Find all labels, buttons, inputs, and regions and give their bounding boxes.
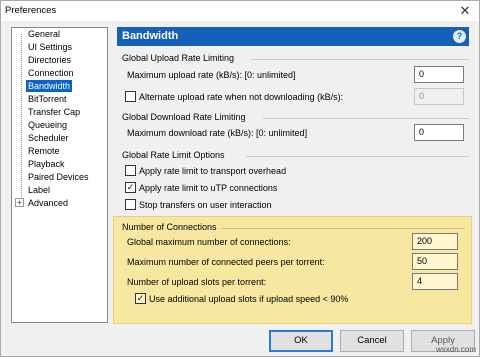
tree-guide-line <box>21 34 22 201</box>
utp-connections-label: Apply rate limit to uTP connections <box>139 183 278 193</box>
tree-item-general[interactable]: General <box>26 28 62 40</box>
help-icon[interactable]: ? <box>453 30 466 43</box>
tree-item-remote[interactable]: Remote <box>26 145 62 157</box>
expand-icon[interactable]: + <box>15 198 24 207</box>
category-tree[interactable]: General UI Settings Directories Connecti… <box>11 27 108 323</box>
transport-overhead-checkbox[interactable] <box>125 165 136 176</box>
section-title: Bandwidth <box>122 30 179 42</box>
tree-item-queueing[interactable]: Queueing <box>26 119 69 131</box>
divider <box>221 228 465 229</box>
utp-connections-checkbox[interactable]: ✓ <box>125 182 136 193</box>
additional-slots-checkbox[interactable]: ✓ <box>135 293 146 304</box>
max-download-label: Maximum download rate (kB/s): [0: unlimi… <box>127 128 308 138</box>
global-connections-input[interactable]: 200 <box>412 233 458 250</box>
section-header: Bandwidth ? <box>117 27 469 46</box>
preferences-window: Preferences ✕ General UI Settings Direct… <box>0 0 480 357</box>
alternate-upload-label: Alternate upload rate when not downloadi… <box>139 92 344 102</box>
title-bar: Preferences ✕ <box>1 1 479 21</box>
download-group-title: Global Download Rate Limiting <box>122 112 246 122</box>
tree-item-directories[interactable]: Directories <box>26 54 73 66</box>
connections-group-title: Number of Connections <box>122 222 217 232</box>
alternate-upload-checkbox[interactable] <box>125 91 136 102</box>
close-icon[interactable]: ✕ <box>457 3 473 19</box>
alternate-upload-input[interactable]: 0 <box>414 88 464 105</box>
tree-item-paired-devices[interactable]: Paired Devices <box>26 171 91 183</box>
divider <box>251 59 469 60</box>
peers-per-torrent-label: Maximum number of connected peers per to… <box>127 257 325 267</box>
stop-on-interaction-checkbox[interactable] <box>125 199 136 210</box>
tree-item-transfer-cap[interactable]: Transfer Cap <box>26 106 82 118</box>
divider <box>263 118 469 119</box>
transport-overhead-label: Apply rate limit to transport overhead <box>139 166 287 176</box>
divider <box>246 156 469 157</box>
cancel-button[interactable]: Cancel <box>340 330 404 352</box>
tree-item-playback[interactable]: Playback <box>26 158 67 170</box>
options-group-title: Global Rate Limit Options <box>122 150 225 160</box>
global-connections-label: Global maximum number of connections: <box>127 237 291 247</box>
tree-item-ui-settings[interactable]: UI Settings <box>26 41 74 53</box>
max-upload-input[interactable]: 0 <box>414 66 464 83</box>
ok-button[interactable]: OK <box>269 330 333 352</box>
max-upload-label: Maximum upload rate (kB/s): [0: unlimite… <box>127 70 296 80</box>
additional-slots-label: Use additional upload slots if upload sp… <box>149 294 349 304</box>
watermark: wsxdn.com <box>435 345 476 354</box>
stop-on-interaction-label: Stop transfers on user interaction <box>139 200 272 210</box>
tree-item-advanced[interactable]: Advanced <box>26 197 70 209</box>
max-download-input[interactable]: 0 <box>414 124 464 141</box>
upload-slots-input[interactable]: 4 <box>412 273 458 290</box>
tree-item-label[interactable]: Label <box>26 184 52 196</box>
tree-item-connection[interactable]: Connection <box>26 67 76 79</box>
upload-slots-label: Number of upload slots per torrent: <box>127 277 267 287</box>
tree-item-bittorrent[interactable]: BitTorrent <box>26 93 69 105</box>
window-title: Preferences <box>5 5 57 16</box>
peers-per-torrent-input[interactable]: 50 <box>412 253 458 270</box>
tree-item-bandwidth[interactable]: Bandwidth <box>26 80 73 92</box>
tree-item-scheduler[interactable]: Scheduler <box>26 132 71 144</box>
upload-group-title: Global Upload Rate Limiting <box>122 53 235 63</box>
